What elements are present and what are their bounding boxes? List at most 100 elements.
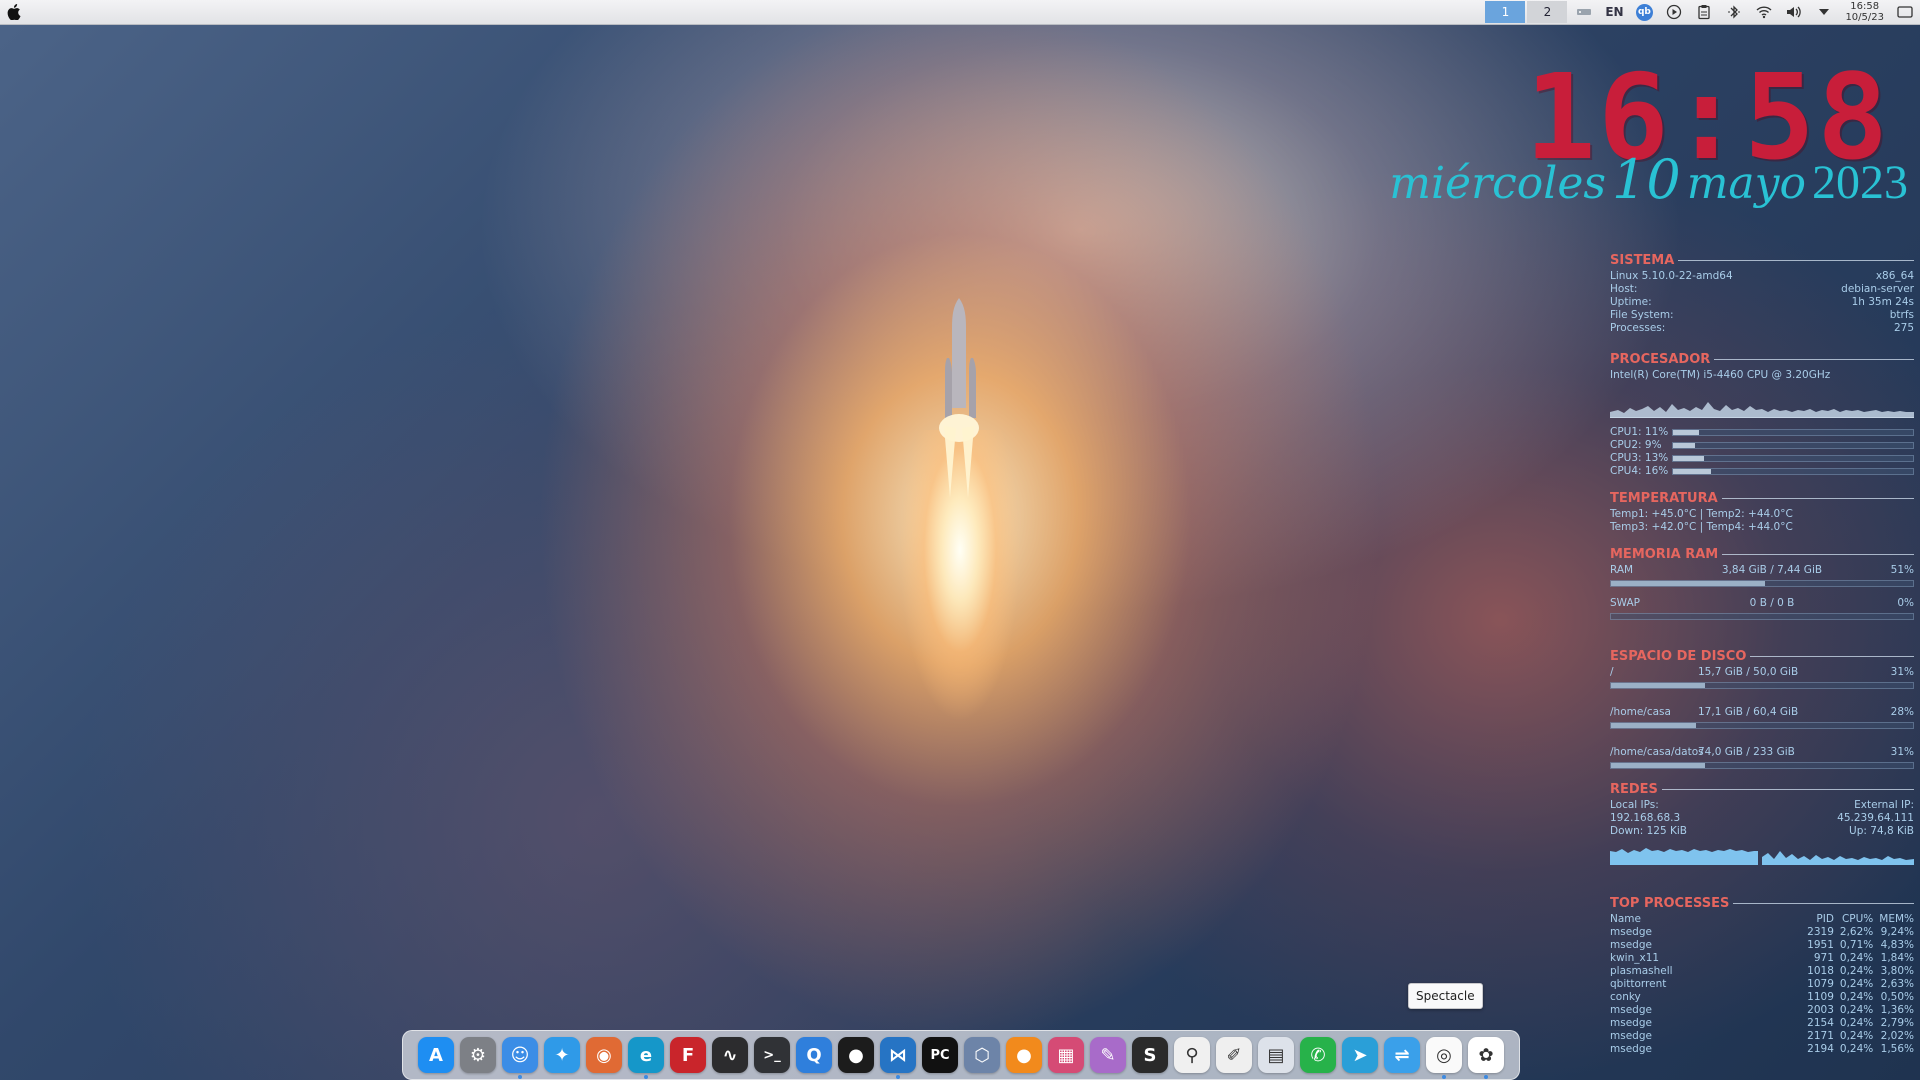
cpu1-bar <box>1672 429 1914 436</box>
proc-name: qbittorrent <box>1610 978 1667 990</box>
terminal-icon[interactable]: >_ <box>754 1037 790 1073</box>
network-traffic-graph <box>1610 848 1914 865</box>
desktop-clock-date: miércoles 10 mayo 2023 <box>1389 148 1908 211</box>
notes-icon[interactable]: ✐ <box>1216 1037 1252 1073</box>
firefox-icon[interactable]: ◉ <box>586 1037 622 1073</box>
proc-name: msedge <box>1610 1043 1652 1055</box>
disk-datos-percent: 31% <box>1890 746 1914 758</box>
table-row: msedge 2171 0,24% 2,02% <box>1610 1030 1914 1043</box>
proc-pid: 2154 <box>1807 1017 1834 1029</box>
proc-pid: 2171 <box>1807 1030 1834 1042</box>
office-icon[interactable]: ▦ <box>1048 1037 1084 1073</box>
clock-day: 10 <box>1611 148 1681 211</box>
upload-speed: Up: 74,8 KiB <box>1849 825 1914 837</box>
disk-row: / 15,7 GiB / 50,0 GiB 31% <box>1610 666 1914 679</box>
system-settings-icon[interactable]: ⚙ <box>460 1037 496 1073</box>
reader-icon[interactable]: ▤ <box>1258 1037 1294 1073</box>
disk-datos-bar-fill <box>1611 763 1705 768</box>
pycharm-icon[interactable]: PC <box>922 1037 958 1073</box>
quicktime-icon[interactable]: Q <box>796 1037 832 1073</box>
edge-icon[interactable]: e <box>628 1037 664 1079</box>
filesystem-label: File System: <box>1610 309 1674 321</box>
tray-expand-chevron-icon[interactable] <box>1809 1 1839 23</box>
section-header-redes: REDES <box>1610 783 1914 796</box>
swap-bar <box>1610 613 1914 620</box>
paint-icon[interactable]: ✎ <box>1090 1037 1126 1073</box>
top-processes-table: Name PID CPU% MEM% msedge 2319 2,62% 9,24% … <box>1610 913 1914 1056</box>
proc-name: msedge <box>1610 1004 1652 1016</box>
cpu2-bar-fill <box>1673 443 1695 448</box>
proc-cpu: 0,24% <box>1839 1017 1874 1029</box>
menubar-clock[interactable]: 16:58 10/5/23 <box>1839 1 1890 23</box>
external-ip-value: 45.239.64.111 <box>1837 812 1914 824</box>
section-header-disco: ESPACIO DE DISCO <box>1610 650 1914 663</box>
script-icon[interactable]: S <box>1132 1037 1168 1073</box>
finder-icon[interactable]: ☺ <box>502 1037 538 1079</box>
ram-label: RAM <box>1610 564 1634 576</box>
procesador-title: PROCESADOR <box>1610 352 1711 367</box>
proc-name: kwin_x11 <box>1610 952 1660 964</box>
swap-row: SWAP 0 B / 0 B 0% <box>1610 597 1914 610</box>
show-desktop-icon[interactable] <box>1890 1 1920 23</box>
spectacle-icon[interactable]: ◎ <box>1426 1037 1462 1079</box>
ram-row: RAM 3,84 GiB / 7,44 GiB 51% <box>1610 564 1914 577</box>
cpu2-label: CPU2: 9% <box>1610 439 1662 451</box>
proc-mem: 1,84% <box>1880 952 1914 964</box>
clipboard-icon[interactable] <box>1689 1 1719 23</box>
cpu1-bar-fill <box>1673 430 1700 435</box>
app-store-icon[interactable]: A <box>418 1037 454 1073</box>
whatsapp-icon[interactable]: ✆ <box>1300 1037 1336 1073</box>
telegram-icon[interactable]: ➤ <box>1342 1037 1378 1073</box>
disk-root-percent: 31% <box>1890 666 1914 678</box>
volume-icon[interactable] <box>1779 1 1809 23</box>
desktop-2-button[interactable]: 2 <box>1527 1 1568 23</box>
proc-cpu: 0,24% <box>1839 991 1874 1003</box>
desktop-1-button[interactable]: 1 <box>1485 1 1526 23</box>
running-indicator <box>1484 1075 1488 1079</box>
cpu2-bar <box>1672 442 1914 449</box>
cpu1-label: CPU1: 11% <box>1610 426 1669 438</box>
swap-usage: 0 B / 0 B <box>1749 597 1795 609</box>
dock-tooltip: Spectacle <box>1408 983 1483 1009</box>
photos-icon[interactable]: ✿ <box>1468 1037 1504 1079</box>
proc-cpu: 0,24% <box>1839 965 1874 977</box>
menubar-date: 10/5/23 <box>1845 12 1884 23</box>
qbittorrent-tray-icon[interactable]: qb <box>1629 1 1659 23</box>
apple-menu-icon[interactable] <box>2 0 26 24</box>
filezilla-icon[interactable]: F <box>670 1037 706 1073</box>
sistema-row: Processes: 275 <box>1610 322 1914 335</box>
wifi-icon[interactable] <box>1749 1 1779 23</box>
office-glyph: ▦ <box>1057 1044 1075 1066</box>
github-icon[interactable]: ● <box>838 1037 874 1073</box>
cpu4-label: CPU4: 16% <box>1610 465 1669 477</box>
host-value: debian-server <box>1841 283 1914 295</box>
virtualbox-icon[interactable]: ⬡ <box>964 1037 1000 1073</box>
network-drive-icon[interactable] <box>1569 1 1599 23</box>
disk-root-bar <box>1610 682 1914 689</box>
table-row: msedge 2154 0,24% 2,79% <box>1610 1017 1914 1030</box>
vscode-icon[interactable]: ⋈ <box>880 1037 916 1079</box>
keyboard-language-indicator[interactable]: EN <box>1599 1 1629 23</box>
proc-cpu: 2,62% <box>1839 926 1874 938</box>
cpu-core-row: CPU1: 11% <box>1610 426 1914 439</box>
media-player-icon[interactable] <box>1659 1 1689 23</box>
attachment-icon[interactable]: ⚲ <box>1174 1037 1210 1073</box>
proc-name: msedge <box>1610 1030 1652 1042</box>
system-settings-glyph: ⚙ <box>469 1044 487 1066</box>
proc-name: msedge <box>1610 926 1652 938</box>
system-monitor-icon[interactable]: ∿ <box>712 1037 748 1073</box>
proc-pid: 1018 <box>1807 965 1834 977</box>
disk-home-bar-fill <box>1611 723 1696 728</box>
disk-root-bar-fill <box>1611 683 1705 688</box>
proc-name: conky <box>1610 991 1641 1003</box>
remote-desktop-icon[interactable]: ⇌ <box>1384 1037 1420 1073</box>
notes-glyph: ✐ <box>1226 1044 1242 1066</box>
orange-app-icon[interactable]: ● <box>1006 1037 1042 1073</box>
bluetooth-icon[interactable] <box>1719 1 1749 23</box>
running-indicator <box>518 1075 522 1079</box>
cpu3-bar-fill <box>1673 456 1705 461</box>
script-glyph: S <box>1143 1044 1157 1066</box>
proc-mem: 2,02% <box>1880 1030 1914 1042</box>
safari-icon[interactable]: ✦ <box>544 1037 580 1073</box>
proc-mem: 1,36% <box>1880 1004 1914 1016</box>
